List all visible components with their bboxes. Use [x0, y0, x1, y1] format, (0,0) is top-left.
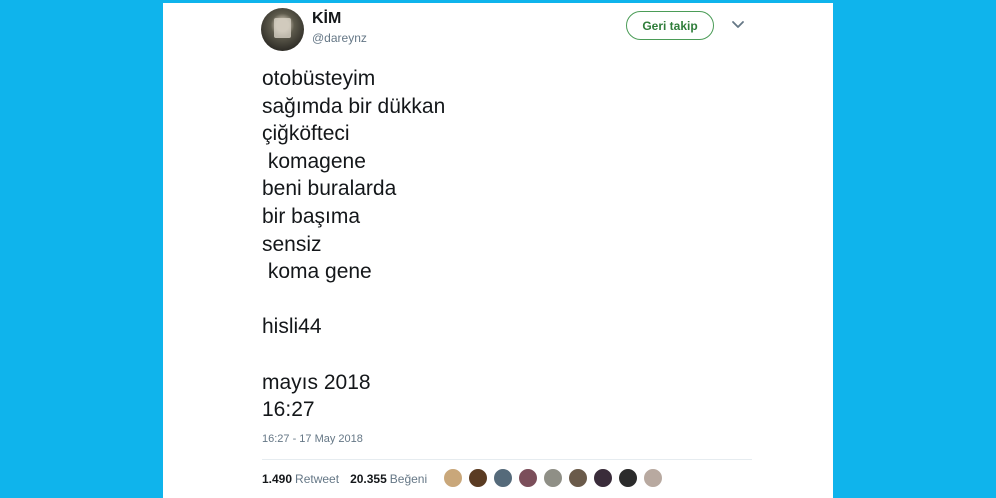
tweet-line: mayıs 2018	[262, 370, 371, 394]
liker-avatar[interactable]	[643, 468, 663, 488]
liker-avatar[interactable]	[443, 468, 463, 488]
tweet-line: sağımda bir dükkan	[262, 94, 446, 118]
avatar[interactable]	[261, 8, 304, 51]
avatar-image	[274, 18, 291, 38]
user-name[interactable]: KİM	[312, 10, 341, 28]
like-label[interactable]: Beğeni	[390, 472, 427, 486]
tweet-line	[262, 286, 682, 314]
liker-avatars	[443, 468, 668, 488]
user-handle[interactable]: @dareynz	[312, 31, 367, 45]
like-count[interactable]: 20.355	[350, 472, 387, 486]
tweet-line: hisli44	[262, 315, 322, 339]
tweet-line: 16:27	[262, 398, 315, 422]
tweet-line: koma gene	[262, 260, 372, 284]
tweet-card: KİM @dareynz Geri takip otobüsteyim sağım…	[163, 3, 833, 498]
liker-avatar[interactable]	[568, 468, 588, 488]
tweet-stats: 1.490 Retweet 20.355 Beğeni	[262, 472, 438, 486]
tweet-line: bir başıma	[262, 204, 361, 228]
liker-avatar[interactable]	[468, 468, 488, 488]
chevron-down-icon[interactable]	[731, 20, 745, 30]
tweet-line	[262, 341, 682, 369]
tweet-line: otobüsteyim	[262, 67, 376, 90]
tweet-text: otobüsteyim sağımda bir dükkan çiğköfteci …	[262, 65, 682, 424]
tweet-line: komagene	[262, 149, 366, 173]
retweet-label[interactable]: Retweet	[295, 472, 339, 486]
tweet-line: çiğköfteci	[262, 122, 350, 146]
liker-avatar[interactable]	[518, 468, 538, 488]
liker-avatar[interactable]	[593, 468, 613, 488]
tweet-line: sensiz	[262, 232, 322, 256]
tweet-line: beni buralarda	[262, 177, 397, 201]
liker-avatar[interactable]	[493, 468, 513, 488]
liker-avatar[interactable]	[543, 468, 563, 488]
liker-avatar[interactable]	[618, 468, 638, 488]
tweet-timestamp[interactable]: 16:27 - 17 May 2018	[262, 433, 363, 445]
divider	[262, 459, 752, 460]
retweet-count[interactable]: 1.490	[262, 472, 292, 486]
follow-back-button[interactable]: Geri takip	[626, 11, 714, 40]
